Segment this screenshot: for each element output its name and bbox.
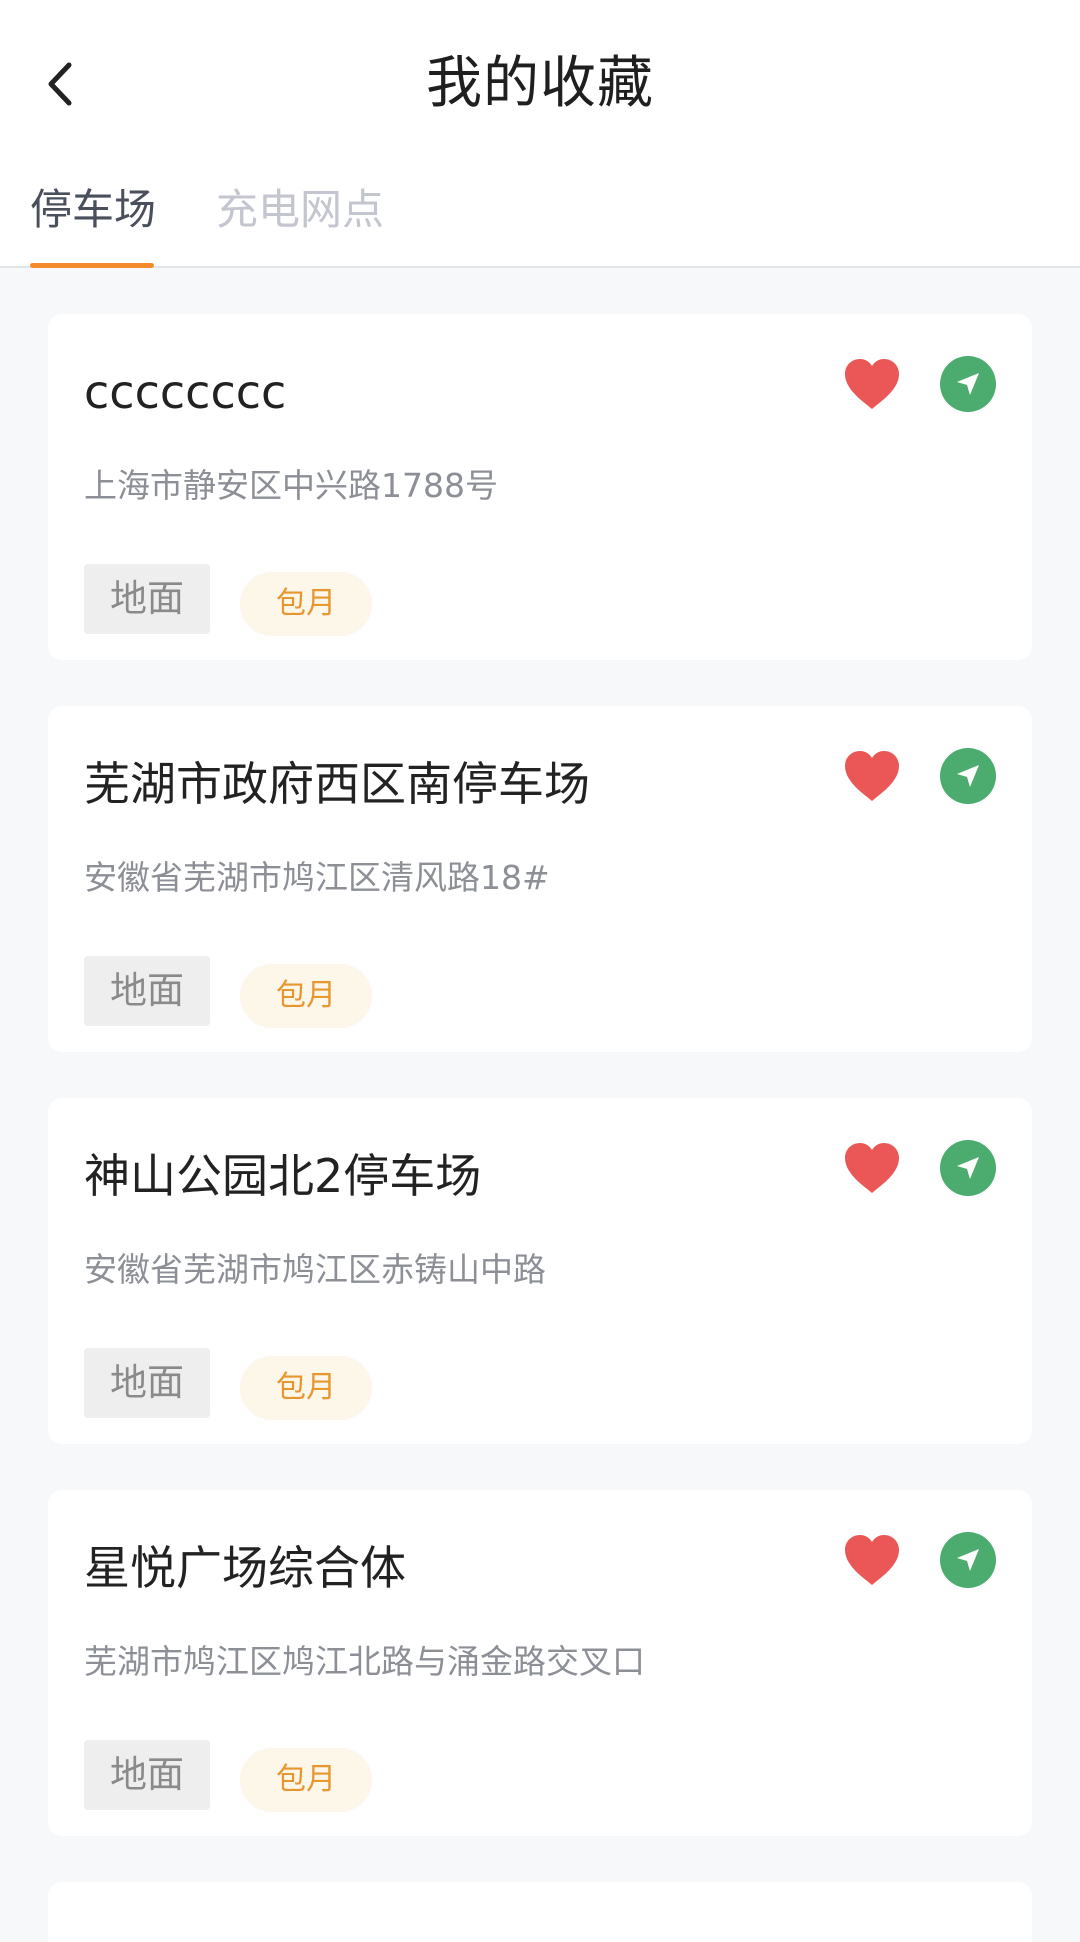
tab-charging-stations[interactable]: 充电网点 <box>216 180 384 240</box>
parking-name: 芜湖市政府西区南停车场 <box>84 757 590 811</box>
parking-address: 安徽省芜湖市鸠江区清风路18# <box>84 858 550 897</box>
heart-icon <box>845 1143 899 1193</box>
header-bar: 我的收藏 停车场 充电网点 <box>0 0 1080 268</box>
parking-card[interactable]: 芜湖市政府西区南停车场 安徽省芜湖市鸠江区清风路18# 地面 包月 <box>48 706 1032 1052</box>
favorites-list: cccccccc 上海市静安区中兴路1788号 地面 包月 芜湖市政府西区南停车… <box>48 314 1032 1942</box>
floor-type-tag: 地面 <box>84 564 210 634</box>
floor-type-tag: 地面 <box>84 1348 210 1418</box>
floor-type-tag: 地面 <box>84 956 210 1026</box>
navigate-button[interactable] <box>940 1532 996 1588</box>
navigation-arrow-icon <box>957 765 979 787</box>
parking-card[interactable]: 神山公园北2停车场 安徽省芜湖市鸠江区赤铸山中路 地面 包月 <box>48 1098 1032 1444</box>
active-tab-indicator <box>30 263 154 268</box>
parking-address: 芜湖市鸠江区鸠江北路与涌金路交叉口 <box>84 1642 645 1681</box>
monthly-pass-tag: 包月 <box>240 572 372 636</box>
heart-icon <box>845 359 899 409</box>
navigate-button[interactable] <box>940 748 996 804</box>
navigation-arrow-icon <box>957 1157 979 1179</box>
navigate-button[interactable] <box>940 356 996 412</box>
parking-address: 上海市静安区中兴路1788号 <box>84 466 498 505</box>
favorite-button[interactable] <box>842 1140 902 1196</box>
monthly-pass-tag: 包月 <box>240 1748 372 1812</box>
monthly-pass-tag: 包月 <box>240 964 372 1028</box>
page-title: 我的收藏 <box>426 51 654 116</box>
favorite-button[interactable] <box>842 1532 902 1588</box>
parking-card[interactable]: 星悦广场综合体 芜湖市鸠江区鸠江北路与涌金路交叉口 地面 包月 <box>48 1490 1032 1836</box>
navigation-arrow-icon <box>957 373 979 395</box>
favorite-button[interactable] <box>842 356 902 412</box>
navigation-arrow-icon <box>957 1549 979 1571</box>
favorite-button[interactable] <box>842 748 902 804</box>
parking-card-partial[interactable] <box>48 1882 1032 1942</box>
tab-parking[interactable]: 停车场 <box>30 180 156 240</box>
parking-name: 神山公园北2停车场 <box>84 1149 482 1203</box>
parking-name: cccccccc <box>84 365 287 419</box>
monthly-pass-tag: 包月 <box>240 1356 372 1420</box>
heart-icon <box>845 1535 899 1585</box>
navigate-button[interactable] <box>940 1140 996 1196</box>
parking-address: 安徽省芜湖市鸠江区赤铸山中路 <box>84 1250 546 1289</box>
heart-icon <box>845 751 899 801</box>
parking-name: 星悦广场综合体 <box>84 1541 406 1595</box>
parking-card[interactable]: cccccccc 上海市静安区中兴路1788号 地面 包月 <box>48 314 1032 660</box>
floor-type-tag: 地面 <box>84 1740 210 1810</box>
